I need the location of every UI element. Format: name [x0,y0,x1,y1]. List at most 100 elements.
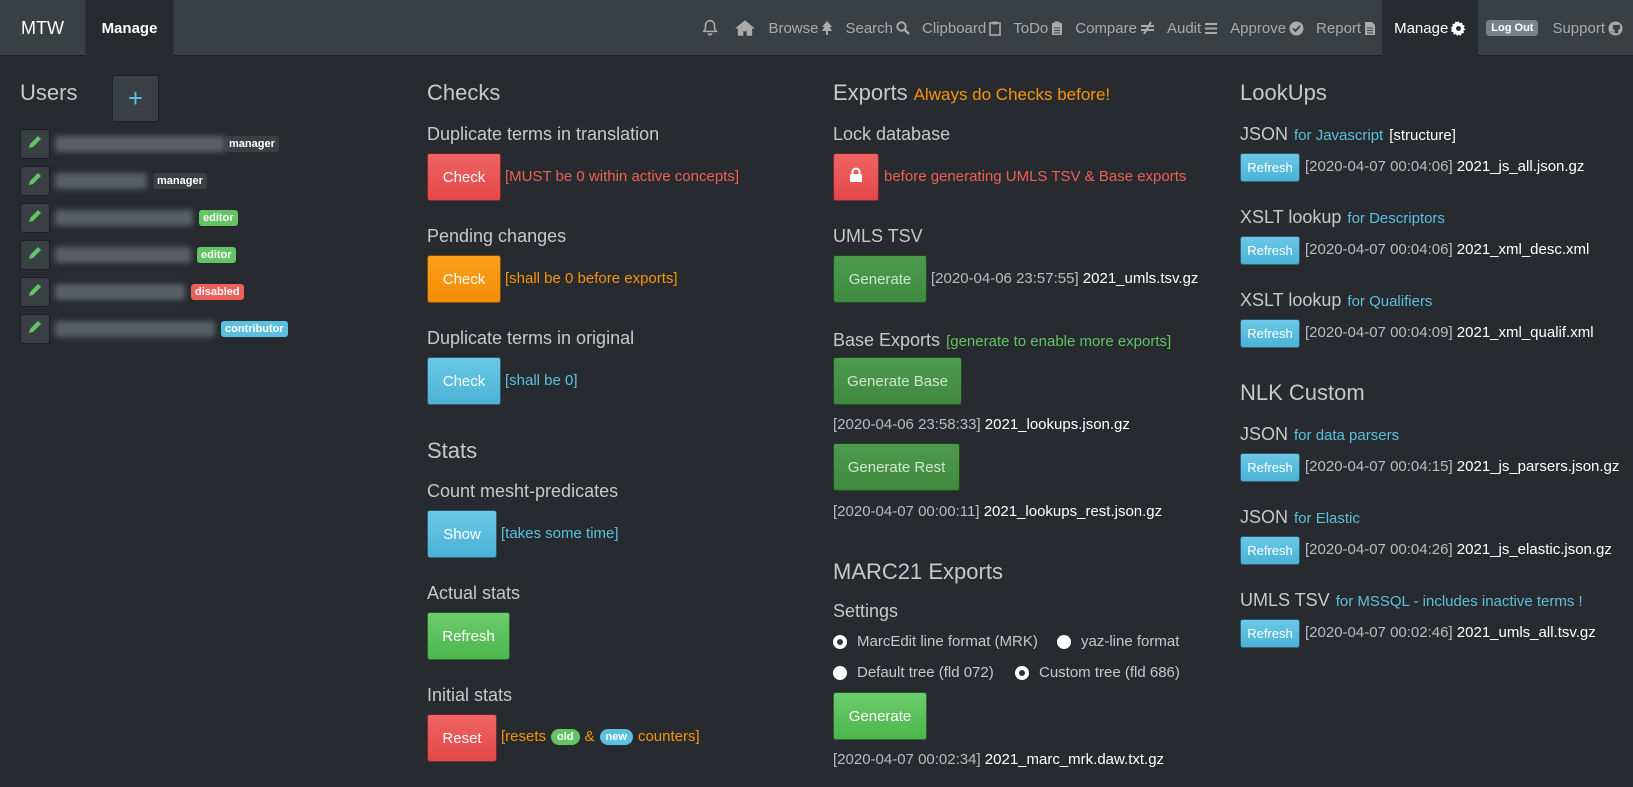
nlk-elastic-file-link[interactable]: 2021_js_elastic.json.gz [1457,541,1612,558]
home-icon [734,19,756,37]
user-role-badge: contributor [221,321,288,337]
new-pill: new [599,728,633,745]
users-title: Users [20,80,78,105]
refresh-nlk-parsers-button[interactable]: Refresh [1240,453,1300,482]
edit-user-button[interactable] [20,203,50,233]
exports-header: Exports Always do Checks before! [833,80,1110,106]
logout-button[interactable]: Log Out [1486,20,1539,36]
nav-approve-label: Approve [1230,19,1287,37]
edit-user-button[interactable] [20,166,50,196]
lookup-js-heading: JSON [1240,124,1289,144]
show-count-button[interactable]: Show [427,510,497,558]
refresh-desc-lookup-button[interactable]: Refresh [1240,236,1300,265]
refresh-actual-stats-button[interactable]: Refresh [427,612,510,660]
generate-base-button[interactable]: Generate Base [833,357,962,405]
edit-user-button[interactable] [20,277,50,307]
base-timestamp: [2020-04-06 23:58:33] [833,416,981,433]
nav-home[interactable] [725,0,762,56]
generate-rest-button[interactable]: Generate Rest [833,443,960,491]
edit-user-button[interactable] [20,129,50,159]
lookup-desc-file-link[interactable]: 2021_xml_desc.xml [1457,241,1590,258]
user-role-badge: manager [153,173,207,189]
radio-custom-tree[interactable] [1015,665,1029,680]
nav-clipboard-label: Clipboard [922,19,987,37]
base-file-link[interactable]: 2021_lookups.json.gz [985,416,1130,433]
nav-support[interactable]: Support [1546,0,1633,56]
pencil-icon [28,320,42,338]
reset-note-suffix: counters] [637,728,700,745]
lookup-js-file-link[interactable]: 2021_js_all.json.gz [1457,158,1585,175]
umls-last-export: [2020-04-06 23:57:55] 2021_umls.tsv.gz [931,270,1198,287]
add-user-button[interactable]: + [112,75,159,122]
umls-file-link[interactable]: 2021_umls.tsv.gz [1083,270,1199,287]
nav-search[interactable]: Search [839,0,916,56]
nav-manage-link[interactable]: Manage [86,0,174,56]
user-row: editor [20,239,236,271]
marc-file-link[interactable]: 2021_marc_mrk.daw.txt.gz [985,751,1164,768]
marc-timestamp: [2020-04-07 00:02:34] [833,751,981,768]
initial-stats-heading: Initial stats [427,685,513,705]
nlk-elastic-heading: JSON [1240,507,1289,527]
nlk-elastic-last: [2020-04-07 00:04:26] 2021_js_elastic.js… [1305,541,1612,558]
nav-report[interactable]: Report [1310,0,1382,56]
base-exports-note: [generate to enable more exports] [946,333,1172,350]
edit-user-button[interactable] [20,240,50,270]
nav-browse[interactable]: Browse [762,0,839,56]
check-dup-translation-button[interactable]: Check [427,153,501,201]
lookup-desc-last: [2020-04-07 00:04:06] 2021_xml_desc.xml [1305,241,1589,258]
marc-tree-option-custom[interactable]: Custom tree (fld 686) [1015,664,1180,681]
lock-database-button[interactable] [833,153,879,201]
nlk-umls-heading: UMLS TSV [1240,590,1330,610]
lookup-js-structure-link[interactable]: [structure] [1389,127,1456,144]
rest-file-link[interactable]: 2021_lookups_rest.json.gz [984,503,1162,520]
user-row: editor [20,202,238,234]
nav-audit[interactable]: Audit [1161,0,1224,56]
nav-compare[interactable]: Compare [1069,0,1161,56]
search-icon [896,21,910,35]
nav-approve[interactable]: Approve [1224,0,1310,56]
count-note: [takes some time] [501,525,619,542]
pencil-icon [28,135,42,153]
lookup-js-sub: for Javascript [1294,127,1384,144]
lookup-qualif-last: [2020-04-07 00:04:09] 2021_xml_qualif.xm… [1305,324,1594,341]
marc-format-option-yaz[interactable]: yaz-line format [1057,633,1179,650]
nlk-parsers-file-link[interactable]: 2021_js_parsers.json.gz [1457,458,1620,475]
exports-title: Exports [833,80,908,105]
generate-marc-button[interactable]: Generate [833,692,927,740]
nav-notifications[interactable] [692,0,725,56]
lookup-qualif-heading: XSLT lookup [1240,290,1342,310]
marc-tree-option-default[interactable]: Default tree (fld 072) [833,664,994,681]
check-pending-button[interactable]: Check [427,255,501,303]
generate-umls-button[interactable]: Generate [833,255,927,303]
check-dup-original-button[interactable]: Check [427,357,501,405]
user-role-badge: editor [197,247,236,263]
refresh-nlk-elastic-button[interactable]: Refresh [1240,536,1300,565]
nlk-parsers-heading: JSON [1240,424,1289,444]
nlk-umls-file-link[interactable]: 2021_umls_all.tsv.gz [1457,624,1596,641]
nlk-elastic-sub: for Elastic [1294,510,1360,527]
refresh-qualif-lookup-button[interactable]: Refresh [1240,319,1300,348]
user-name-blurred [55,321,215,337]
refresh-js-lookup-button[interactable]: Refresh [1240,153,1300,182]
brand-link[interactable]: MTW [0,0,86,56]
marc-format-option-mrk[interactable]: MarcEdit line format (MRK) [833,633,1038,650]
nlk-parsers-timestamp: [2020-04-07 00:04:15] [1305,458,1453,475]
nlk-umls-sub: for MSSQL - includes inactive terms ! [1335,593,1583,610]
lookup-qualif-file-link[interactable]: 2021_xml_qualif.xml [1457,324,1594,341]
reset-initial-stats-button[interactable]: Reset [427,714,497,762]
edit-user-button[interactable] [20,314,50,344]
user-role-badge: manager [225,136,279,152]
refresh-nlk-umls-button[interactable]: Refresh [1240,619,1300,648]
nav-clipboard[interactable]: Clipboard [916,0,1007,56]
radio-yaz[interactable] [1057,634,1071,649]
nlk-parsers-last: [2020-04-07 00:04:15] 2021_js_parsers.js… [1305,458,1619,475]
clipboard-icon [989,21,1002,36]
radio-mrk[interactable] [833,634,847,649]
nav-todo[interactable]: ToDo [1007,0,1069,56]
radio-default-tree[interactable] [833,665,847,680]
marc-settings-heading: Settings [833,601,899,621]
nav-manage[interactable]: Manage [1382,0,1479,56]
lookup-desc-sub: for Descriptors [1347,210,1445,227]
user-row: contributor [20,313,288,345]
user-row: manager [20,128,279,160]
